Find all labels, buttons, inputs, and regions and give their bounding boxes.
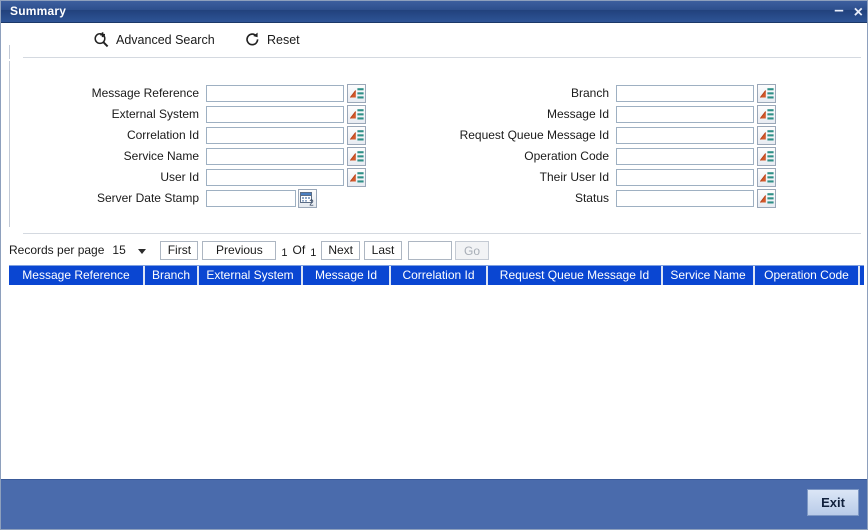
form-field-row: External System: [11, 105, 366, 124]
of-label: Of: [292, 243, 306, 257]
window-controls: – ×: [834, 1, 863, 23]
close-icon[interactable]: ×: [854, 4, 863, 20]
lov-search-icon-button[interactable]: [757, 126, 776, 145]
panel-left-rule: [9, 61, 10, 227]
field-label: Server Date Stamp: [96, 191, 199, 205]
pagination-bar: Records per page 15 First Previous 1 Of …: [9, 239, 489, 261]
field-label: Message Reference: [91, 86, 199, 100]
reset-label: Reset: [267, 32, 300, 47]
field-label: Operation Code: [524, 149, 609, 163]
field-input[interactable]: [206, 190, 296, 207]
results-grid-body: [9, 285, 864, 454]
field-input[interactable]: [616, 148, 754, 165]
lov-search-icon-button[interactable]: [347, 147, 366, 166]
form-field-row: Branch: [391, 84, 776, 103]
calendar-icon-button[interactable]: 2: [298, 189, 317, 208]
lov-search-icon-button[interactable]: [757, 105, 776, 124]
lov-search-icon-button[interactable]: [757, 189, 776, 208]
field-input[interactable]: [616, 169, 754, 186]
field-input[interactable]: [616, 106, 754, 123]
lov-search-icon-button[interactable]: [347, 126, 366, 145]
field-input[interactable]: [206, 106, 344, 123]
toolbar-divider: [23, 57, 861, 58]
field-input[interactable]: [616, 127, 754, 144]
records-per-page-label: Records per page: [9, 243, 105, 257]
form-field-row: Server Date Stamp 2: [11, 189, 317, 208]
grid-column-header[interactable]: Message Reference: [9, 266, 145, 285]
field-input[interactable]: [206, 85, 344, 102]
current-page-number: 1: [281, 247, 288, 259]
form-field-row: Service Name: [11, 147, 366, 166]
advanced-search-label: Advanced Search: [116, 32, 215, 47]
field-label: Service Name: [123, 149, 199, 163]
minimize-icon[interactable]: –: [834, 1, 843, 18]
results-grid: Message Reference Branch External System Me…: [9, 265, 864, 455]
field-label: Correlation Id: [126, 128, 199, 142]
window-titlebar: Summary – ×: [1, 1, 867, 23]
lov-search-icon-button[interactable]: [347, 84, 366, 103]
grid-column-header[interactable]: Correlation Id: [391, 266, 488, 285]
results-section: Records per page 15 First Previous 1 Of …: [1, 234, 867, 472]
window-footer: Exit: [1, 479, 867, 529]
total-pages-number: 1: [310, 247, 317, 259]
form-field-row: Correlation Id: [11, 126, 366, 145]
grid-column-header[interactable]: Service Name: [663, 266, 755, 285]
field-label: Status: [574, 191, 609, 205]
grid-column-header[interactable]: Request Queue Message Id: [488, 266, 663, 285]
svg-text:2: 2: [309, 198, 314, 206]
grid-column-header[interactable]: Message Id: [303, 266, 391, 285]
form-field-row: Message Reference: [11, 84, 366, 103]
field-label: Request Queue Message Id: [459, 128, 609, 142]
lov-search-icon-button[interactable]: [757, 84, 776, 103]
field-input[interactable]: [206, 127, 344, 144]
records-per-page-select-wrap: 15: [109, 240, 155, 260]
field-label: Message Id: [546, 107, 609, 121]
field-input[interactable]: [616, 190, 754, 207]
action-toolbar: Advanced Search Reset: [1, 23, 867, 61]
summary-window: Summary – × Advanced Search Reset Messag…: [0, 0, 868, 530]
toolbar-left-tick: [9, 45, 10, 59]
field-label: Branch: [570, 86, 609, 100]
lov-search-icon-button[interactable]: [757, 147, 776, 166]
records-per-page-select[interactable]: 15: [109, 240, 150, 260]
reset-button[interactable]: Reset: [244, 31, 300, 48]
exit-button[interactable]: Exit: [807, 489, 859, 516]
grid-column-header[interactable]: User Id: [860, 266, 864, 285]
lov-search-icon-button[interactable]: [347, 168, 366, 187]
form-field-row: Their User Id: [391, 168, 776, 187]
lov-search-icon-button[interactable]: [347, 105, 366, 124]
window-title: Summary: [10, 4, 67, 18]
previous-page-button[interactable]: Previous: [202, 240, 277, 260]
grid-column-header[interactable]: Operation Code: [755, 266, 860, 285]
field-label: User Id: [160, 170, 199, 184]
last-page-button[interactable]: Last: [364, 240, 402, 260]
reset-arrow-icon: [244, 31, 261, 48]
form-field-row: User Id: [11, 168, 366, 187]
form-field-row: Operation Code: [391, 147, 776, 166]
field-input[interactable]: [206, 169, 344, 186]
advanced-search-button[interactable]: Advanced Search: [93, 31, 215, 48]
field-label: External System: [111, 107, 199, 121]
lov-search-icon-button[interactable]: [757, 168, 776, 187]
field-input[interactable]: [206, 148, 344, 165]
form-field-row: Request Queue Message Id: [391, 126, 776, 145]
first-page-button[interactable]: First: [160, 240, 199, 260]
grid-column-header[interactable]: External System: [199, 266, 303, 285]
form-field-row: Status: [391, 189, 776, 208]
search-criteria-panel: Message Reference External System Correlat…: [1, 61, 867, 233]
results-grid-header: Message Reference Branch External System Me…: [9, 265, 864, 285]
next-page-button[interactable]: Next: [321, 240, 360, 260]
field-input[interactable]: [616, 85, 754, 102]
field-label: Their User Id: [539, 170, 609, 184]
goto-page-input[interactable]: [408, 240, 452, 260]
search-plus-icon: [93, 31, 110, 48]
grid-column-header[interactable]: Branch: [145, 266, 199, 285]
go-button: Go: [455, 240, 489, 260]
form-field-row: Message Id: [391, 105, 776, 124]
